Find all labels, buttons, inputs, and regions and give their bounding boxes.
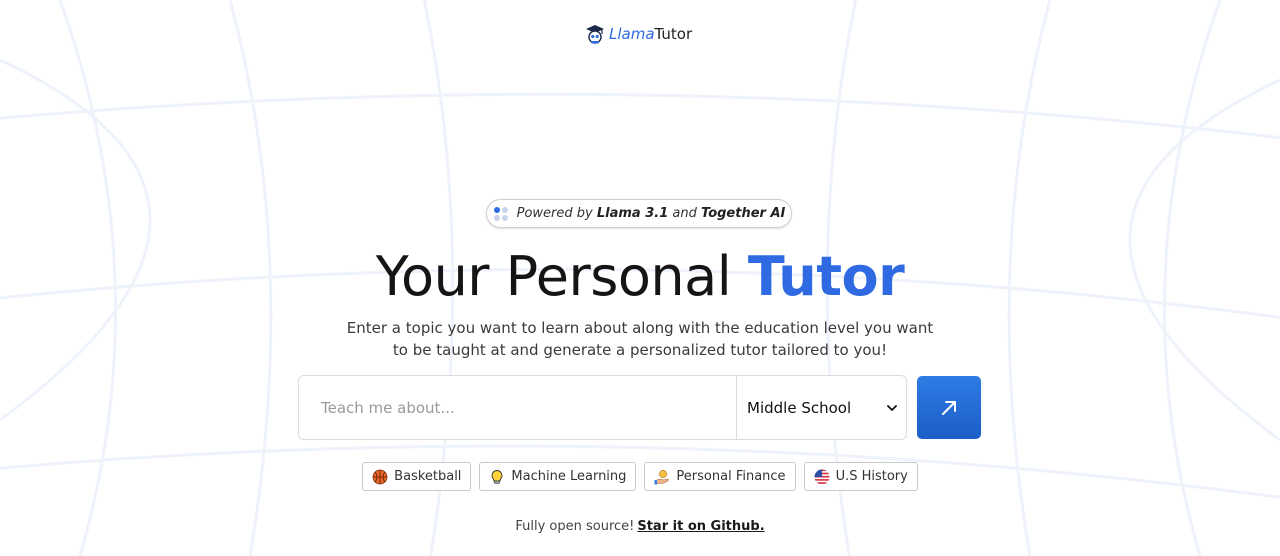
llama-graduate-icon	[586, 25, 604, 44]
topic-search-form: Middle School	[298, 375, 907, 440]
title-plain: Your Personal	[375, 245, 732, 308]
brand-name-part-1: Llama	[609, 25, 655, 43]
badge-text: Powered by Llama 3.1 and Together AI	[517, 206, 786, 221]
money-hand-icon	[654, 469, 670, 484]
arrow-up-right-icon	[942, 400, 956, 415]
topic-input[interactable]	[299, 376, 736, 439]
basketball-icon	[372, 469, 388, 484]
together-ai-icon	[493, 206, 509, 222]
page-title: Your Personal Tutor	[0, 244, 1280, 310]
chip-label: Basketball	[394, 469, 462, 484]
badge-conjunction: and	[672, 206, 697, 221]
brand-logo[interactable]: Llama Tutor	[585, 24, 692, 44]
badge-model: Llama 3.1	[596, 206, 669, 221]
chip-label: U.S History	[835, 469, 908, 484]
powered-by-badge[interactable]: Powered by Llama 3.1 and Together AI	[486, 199, 792, 228]
footer-text: Fully open source!	[515, 519, 635, 534]
title-accent: Tutor	[747, 245, 905, 308]
chip-personal-finance[interactable]: Personal Finance	[644, 462, 796, 491]
brand-name-part-2: Tutor	[654, 25, 693, 43]
footer: Fully open source! Star it on Github.	[0, 519, 1280, 534]
suggestion-chips: Basketball Machine Learning Personal Fin…	[0, 462, 1280, 491]
education-level-select[interactable]: Middle School	[736, 376, 906, 439]
page-subtitle: Enter a topic you want to learn about al…	[346, 319, 934, 359]
badge-prefix: Powered by	[516, 206, 593, 221]
education-level-value: Middle School	[747, 398, 852, 417]
badge-provider: Together AI	[701, 206, 786, 221]
chip-us-history[interactable]: U.S History	[803, 462, 918, 491]
generate-button[interactable]	[917, 376, 981, 439]
chip-label: Personal Finance	[676, 469, 786, 484]
chip-machine-learning[interactable]: Machine Learning	[479, 462, 637, 491]
us-flag-icon	[814, 469, 830, 484]
chevron-down-icon	[887, 404, 897, 411]
lightbulb-icon	[492, 469, 503, 484]
page: Llama Tutor Powered by Llama 3.1 and Toge…	[0, 0, 1280, 556]
github-link[interactable]: Star it on Github.	[637, 519, 764, 534]
chip-basketball[interactable]: Basketball	[362, 462, 472, 491]
chip-label: Machine Learning	[511, 469, 627, 484]
